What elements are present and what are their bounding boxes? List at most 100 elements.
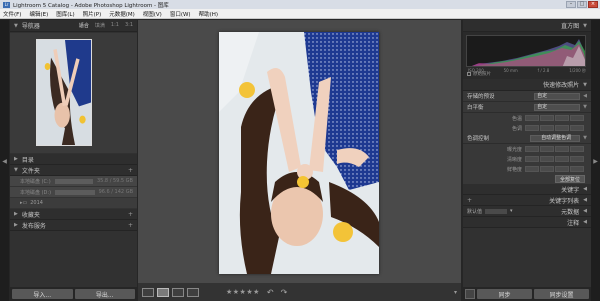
zoom-3-1[interactable]: 3:1 (125, 22, 133, 29)
checkbox-icon[interactable] (467, 72, 471, 76)
menu-metadata[interactable]: 元数据(M) (109, 10, 135, 18)
comments-header[interactable]: 注释 ◀ (463, 217, 591, 228)
left-arrow-icon[interactable]: ◀ (0, 158, 9, 165)
navigator-header[interactable]: ▼ 导航器 适合 填满 1:1 3:1 (10, 20, 137, 32)
import-button[interactable]: 导入... (12, 289, 73, 299)
catalog-header[interactable]: ▶ 目录 (10, 154, 137, 165)
auto-sync-toggle[interactable] (465, 289, 475, 299)
vibrance-increase-large-button[interactable] (570, 166, 584, 172)
menu-window[interactable]: 窗口(W) (170, 10, 191, 18)
sync-settings-button[interactable]: 同步设置 (534, 289, 589, 299)
exposure-decrease-large-button[interactable] (525, 146, 539, 152)
add-collection-icon[interactable]: + (128, 211, 133, 218)
temp-decrease-button[interactable] (540, 115, 554, 121)
right-panel-toggle-strip[interactable]: ▶ (591, 20, 600, 301)
close-button[interactable]: × (588, 1, 598, 8)
collapse-triangle-icon[interactable]: ◀ (583, 197, 587, 203)
menu-edit[interactable]: 编辑(E) (29, 10, 48, 18)
vibrance-decrease-large-button[interactable] (525, 166, 539, 172)
exposure-increase-large-button[interactable] (570, 146, 584, 152)
rotate-left-icon[interactable]: ↶ (267, 288, 274, 297)
clarity-increase-button[interactable] (555, 156, 569, 162)
quick-develop-header[interactable]: 快速修改照片 ▼ (463, 79, 591, 91)
original-photo-label: 原始照片 (473, 72, 491, 77)
collapse-triangle-icon[interactable]: ▼ (14, 23, 18, 29)
tint-decrease-button[interactable] (540, 125, 554, 131)
rating-stars[interactable]: ★★★★★ (226, 288, 260, 296)
loupe-view[interactable] (138, 20, 461, 283)
reset-all-button[interactable]: 全部复位 (554, 175, 585, 183)
tint-decrease-large-button[interactable] (525, 125, 539, 131)
expand-triangle-icon[interactable]: ▶ (14, 211, 18, 217)
menu-library[interactable]: 图库(L) (56, 10, 74, 18)
right-arrow-icon[interactable]: ▶ (591, 158, 600, 165)
zoom-1-1[interactable]: 1:1 (111, 22, 119, 29)
subfolder-row[interactable]: ▸▭ 2014 (10, 198, 137, 209)
temp-increase-button[interactable] (555, 115, 569, 121)
histogram-header[interactable]: 直方图 ▼ (463, 20, 591, 32)
keywording-title: 关键字 (561, 186, 580, 194)
navigator-thumbnail[interactable] (36, 39, 92, 146)
exposure-decrease-button[interactable] (540, 146, 554, 152)
sync-button[interactable]: 同步 (477, 289, 532, 299)
export-button[interactable]: 导出... (74, 289, 135, 299)
rotate-right-icon[interactable]: ↷ (281, 288, 288, 297)
folders-header[interactable]: ▼ 文件夹 + (10, 165, 137, 176)
survey-view-icon[interactable] (187, 287, 199, 297)
navigator-preview[interactable] (10, 33, 137, 153)
add-publish-icon[interactable]: + (128, 222, 133, 229)
menu-file[interactable]: 文件(F) (3, 10, 21, 18)
clarity-increase-large-button[interactable] (570, 156, 584, 162)
keyword-list-header[interactable]: + 关键字列表 ◀ (463, 195, 591, 206)
expand-triangle-icon[interactable]: ◀ (583, 93, 587, 99)
collapse-triangle-icon[interactable]: ▼ (583, 82, 587, 88)
maximize-button[interactable]: □ (577, 1, 587, 8)
collapse-triangle-icon[interactable]: ▼ (583, 104, 587, 110)
collapse-triangle-icon[interactable]: ◀ (583, 219, 587, 225)
publish-services-header[interactable]: ▶ 发布服务 + (10, 220, 137, 231)
tint-increase-large-button[interactable] (570, 125, 584, 131)
loupe-view-icon[interactable] (157, 287, 169, 297)
volume-row[interactable]: 本地磁盘 (D:) 96.6 / 142 GB (10, 187, 137, 198)
left-panel-toggle-strip[interactable]: ◀ (0, 20, 9, 301)
collections-header[interactable]: ▶ 收藏夹 + (10, 209, 137, 220)
exposure-increase-button[interactable] (555, 146, 569, 152)
minimize-button[interactable]: – (566, 1, 576, 8)
chevron-down-icon[interactable]: ▾ (510, 208, 513, 214)
white-balance-select[interactable]: 自定 (534, 103, 581, 111)
saved-preset-label: 存储的预设 (467, 94, 495, 100)
saved-preset-select[interactable]: 自定 (534, 92, 581, 100)
expand-triangle-icon[interactable]: ▶ (14, 156, 18, 162)
compare-view-icon[interactable] (172, 287, 184, 297)
temp-increase-large-button[interactable] (570, 115, 584, 121)
collapse-triangle-icon[interactable]: ▼ (583, 135, 587, 141)
add-folder-icon[interactable]: + (128, 167, 133, 174)
auto-tone-button[interactable]: 自动调整色调 (530, 134, 581, 142)
tint-increase-button[interactable] (555, 125, 569, 131)
collapse-triangle-icon[interactable]: ◀ (583, 208, 587, 214)
main-photo[interactable] (219, 32, 379, 274)
zoom-fit[interactable]: 适合 (79, 22, 89, 29)
menu-photo[interactable]: 照片(P) (83, 10, 102, 18)
expand-triangle-icon[interactable]: ▶ (14, 222, 18, 228)
metadata-header[interactable]: 默认值 ▾ 元数据 ◀ (463, 206, 591, 217)
collapse-triangle-icon[interactable]: ◀ (583, 186, 587, 192)
metadata-preset[interactable]: 默认值 ▾ (467, 208, 513, 215)
menu-help[interactable]: 帮助(H) (199, 10, 218, 18)
add-keyword-icon[interactable]: + (467, 197, 472, 204)
collapse-triangle-icon[interactable]: ▼ (14, 167, 18, 173)
vibrance-decrease-button[interactable] (540, 166, 554, 172)
keywording-header[interactable]: 关键字 ◀ (463, 184, 591, 195)
zoom-fill[interactable]: 填满 (95, 22, 105, 29)
vibrance-increase-button[interactable] (555, 166, 569, 172)
toolbar-options-chevron-icon[interactable]: ▾ (454, 289, 457, 296)
volume-row[interactable]: 本地磁盘 (C:) 35.8 / 59.5 GB (10, 176, 137, 187)
original-photo-checkbox[interactable]: 原始照片 (467, 71, 491, 77)
metadata-preset-select[interactable] (485, 208, 508, 214)
menu-view[interactable]: 视图(V) (143, 10, 162, 18)
temp-decrease-large-button[interactable] (525, 115, 539, 121)
collapse-triangle-icon[interactable]: ▼ (583, 23, 587, 29)
clarity-decrease-large-button[interactable] (525, 156, 539, 162)
grid-view-icon[interactable] (142, 287, 154, 297)
clarity-decrease-button[interactable] (540, 156, 554, 162)
